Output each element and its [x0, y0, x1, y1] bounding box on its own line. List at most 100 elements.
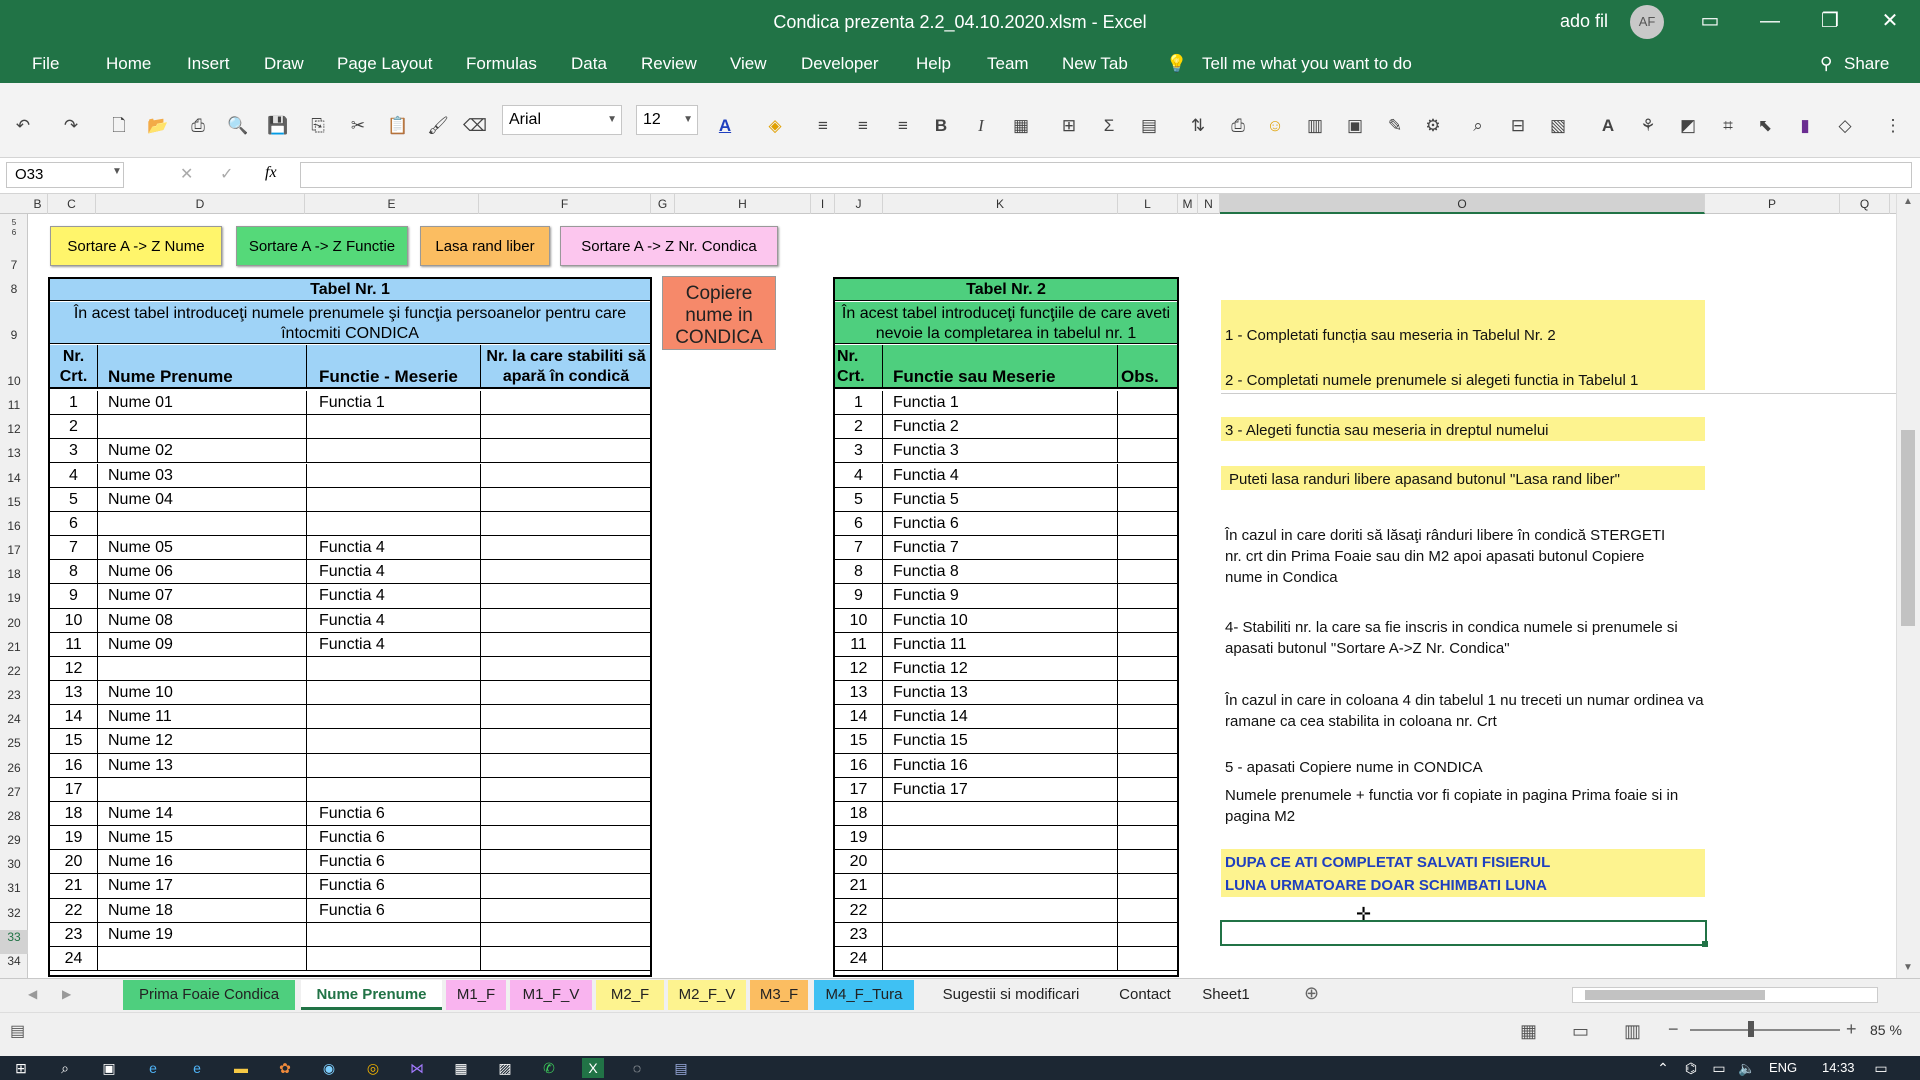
name-cell[interactable]: Nume 05 [98, 536, 307, 561]
obs-cell[interactable] [1118, 584, 1177, 608]
row-header[interactable]: 8 [0, 282, 28, 296]
nr-cell[interactable]: 9 [50, 584, 98, 609]
language-indicator[interactable]: ENG [1769, 1060, 1797, 1075]
nr-cell[interactable]: 14 [835, 705, 883, 730]
name-cell[interactable] [98, 415, 307, 440]
function-cell[interactable] [307, 681, 481, 706]
open-folder-icon[interactable]: 📂 [145, 113, 171, 139]
name-cell[interactable]: Nume 04 [98, 487, 307, 512]
nr-cell[interactable]: 22 [50, 898, 98, 923]
col-header[interactable]: B [28, 194, 48, 214]
condica-nr-cell[interactable] [481, 560, 650, 584]
function-cell[interactable]: Functia 4 [307, 584, 481, 609]
font-name-select[interactable]: Arial ▼ [502, 105, 622, 135]
tab-sheet1[interactable]: Sheet1 [1194, 980, 1258, 1010]
function-cell[interactable]: Functia 15 [883, 729, 1118, 754]
app-icon-2[interactable]: ◉ [318, 1058, 340, 1078]
nr-cell[interactable]: 17 [835, 777, 883, 802]
nr-cell[interactable]: 20 [50, 850, 98, 875]
insert-table-icon[interactable]: ▥ [1302, 113, 1328, 139]
condica-nr-cell[interactable] [481, 415, 650, 439]
row-header[interactable]: 34 [0, 954, 28, 978]
col-header[interactable]: M [1178, 194, 1198, 214]
align-center-icon[interactable]: ≡ [850, 113, 876, 139]
nr-cell[interactable]: 5 [50, 487, 98, 512]
function-cell[interactable] [307, 487, 481, 512]
name-cell[interactable]: Nume 01 [98, 391, 307, 416]
chevron-down-icon[interactable]: ▼ [112, 166, 122, 177]
row-header[interactable]: 30 [0, 857, 28, 881]
obs-cell[interactable] [1118, 802, 1177, 826]
function-cell[interactable]: Functia 3 [883, 439, 1118, 464]
row-header[interactable]: 13 [0, 446, 28, 470]
function-cell[interactable]: Functia 4 [307, 632, 481, 657]
nr-cell[interactable]: 21 [835, 874, 883, 899]
col-header[interactable]: G [651, 194, 675, 214]
menu-draw[interactable]: Draw [264, 54, 304, 74]
function-cell[interactable]: Functia 5 [883, 487, 1118, 512]
obs-cell[interactable] [1118, 947, 1177, 971]
nr-cell[interactable]: 11 [50, 632, 98, 657]
name-cell[interactable] [98, 946, 307, 972]
next-sheet-icon[interactable]: ▶ [62, 987, 71, 1001]
function-cell[interactable]: Functia 17 [883, 777, 1118, 802]
tab-m1-f[interactable]: M1_F [446, 980, 506, 1010]
obs-cell[interactable] [1118, 754, 1177, 778]
name-cell[interactable]: Nume 16 [98, 850, 307, 875]
align-left-icon[interactable]: ≡ [810, 113, 836, 139]
name-cell[interactable]: Nume 02 [98, 439, 307, 464]
more-icon[interactable]: ⋮ [1880, 113, 1906, 139]
condica-nr-cell[interactable] [481, 826, 650, 850]
row-header[interactable]: 16 [0, 519, 28, 543]
obs-cell[interactable] [1118, 609, 1177, 633]
function-cell[interactable] [307, 511, 481, 536]
macro-record-icon[interactable]: ▤ [10, 1021, 25, 1041]
condica-nr-cell[interactable] [481, 899, 650, 923]
condica-nr-cell[interactable] [481, 512, 650, 536]
borders-icon[interactable]: ▦ [1008, 113, 1034, 139]
row-header[interactable]: 24 [0, 712, 28, 736]
free-row-button[interactable]: Lasa rand liber [420, 226, 550, 266]
vertical-scrollbar[interactable]: ▲ ▼ [1896, 194, 1920, 978]
nr-cell[interactable]: 18 [835, 801, 883, 827]
function-cell[interactable]: Functia 6 [307, 898, 481, 923]
condica-nr-cell[interactable] [481, 947, 650, 971]
function-cell[interactable] [307, 656, 481, 682]
condica-nr-cell[interactable] [481, 391, 650, 415]
row-header[interactable]: 6 [0, 228, 28, 237]
obs-cell[interactable] [1118, 391, 1177, 415]
new-file-icon[interactable]: 🗋 [106, 113, 132, 139]
sort-name-button[interactable]: Sortare A -> Z Nume [50, 226, 222, 266]
enter-icon[interactable]: ✓ [220, 164, 233, 184]
obs-cell[interactable] [1118, 633, 1177, 657]
text-box-icon[interactable]: A [1595, 113, 1621, 139]
name-cell[interactable] [98, 511, 307, 536]
photos-icon[interactable]: ▨ [494, 1058, 516, 1078]
pivot-icon[interactable]: ▧ [1545, 113, 1571, 139]
obs-cell[interactable] [1118, 778, 1177, 802]
col-header[interactable]: I [811, 194, 835, 214]
obs-cell[interactable] [1118, 826, 1177, 850]
fill-handle[interactable] [1702, 941, 1708, 947]
minimize-button[interactable]: — [1750, 6, 1790, 36]
nr-cell[interactable]: 19 [50, 826, 98, 851]
function-cell[interactable] [307, 705, 481, 730]
restore-button[interactable]: ❐ [1810, 6, 1850, 36]
row-header[interactable]: 25 [0, 736, 28, 760]
nr-cell[interactable]: 21 [50, 874, 98, 899]
tray-up-icon[interactable]: ⌃ [1652, 1058, 1674, 1078]
function-cell[interactable] [307, 415, 481, 440]
function-cell[interactable] [307, 946, 481, 972]
clock[interactable]: 14:33 [1822, 1060, 1855, 1075]
macro-icon[interactable]: ⚘ [1635, 113, 1661, 139]
prev-sheet-icon[interactable]: ◀ [28, 987, 37, 1001]
function-cell[interactable]: Functia 2 [883, 415, 1118, 440]
function-cell[interactable]: Functia 1 [307, 391, 481, 416]
selected-cell-o33[interactable] [1220, 920, 1707, 946]
fill-color-icon[interactable]: ◈ [762, 113, 788, 139]
menu-data[interactable]: Data [571, 54, 607, 74]
h-scroll-thumb[interactable] [1585, 990, 1765, 1000]
function-cell[interactable] [307, 439, 481, 464]
tab-m1-f-v[interactable]: M1_F_V [510, 980, 592, 1010]
filter-icon[interactable]: ⊟ [1505, 113, 1531, 139]
